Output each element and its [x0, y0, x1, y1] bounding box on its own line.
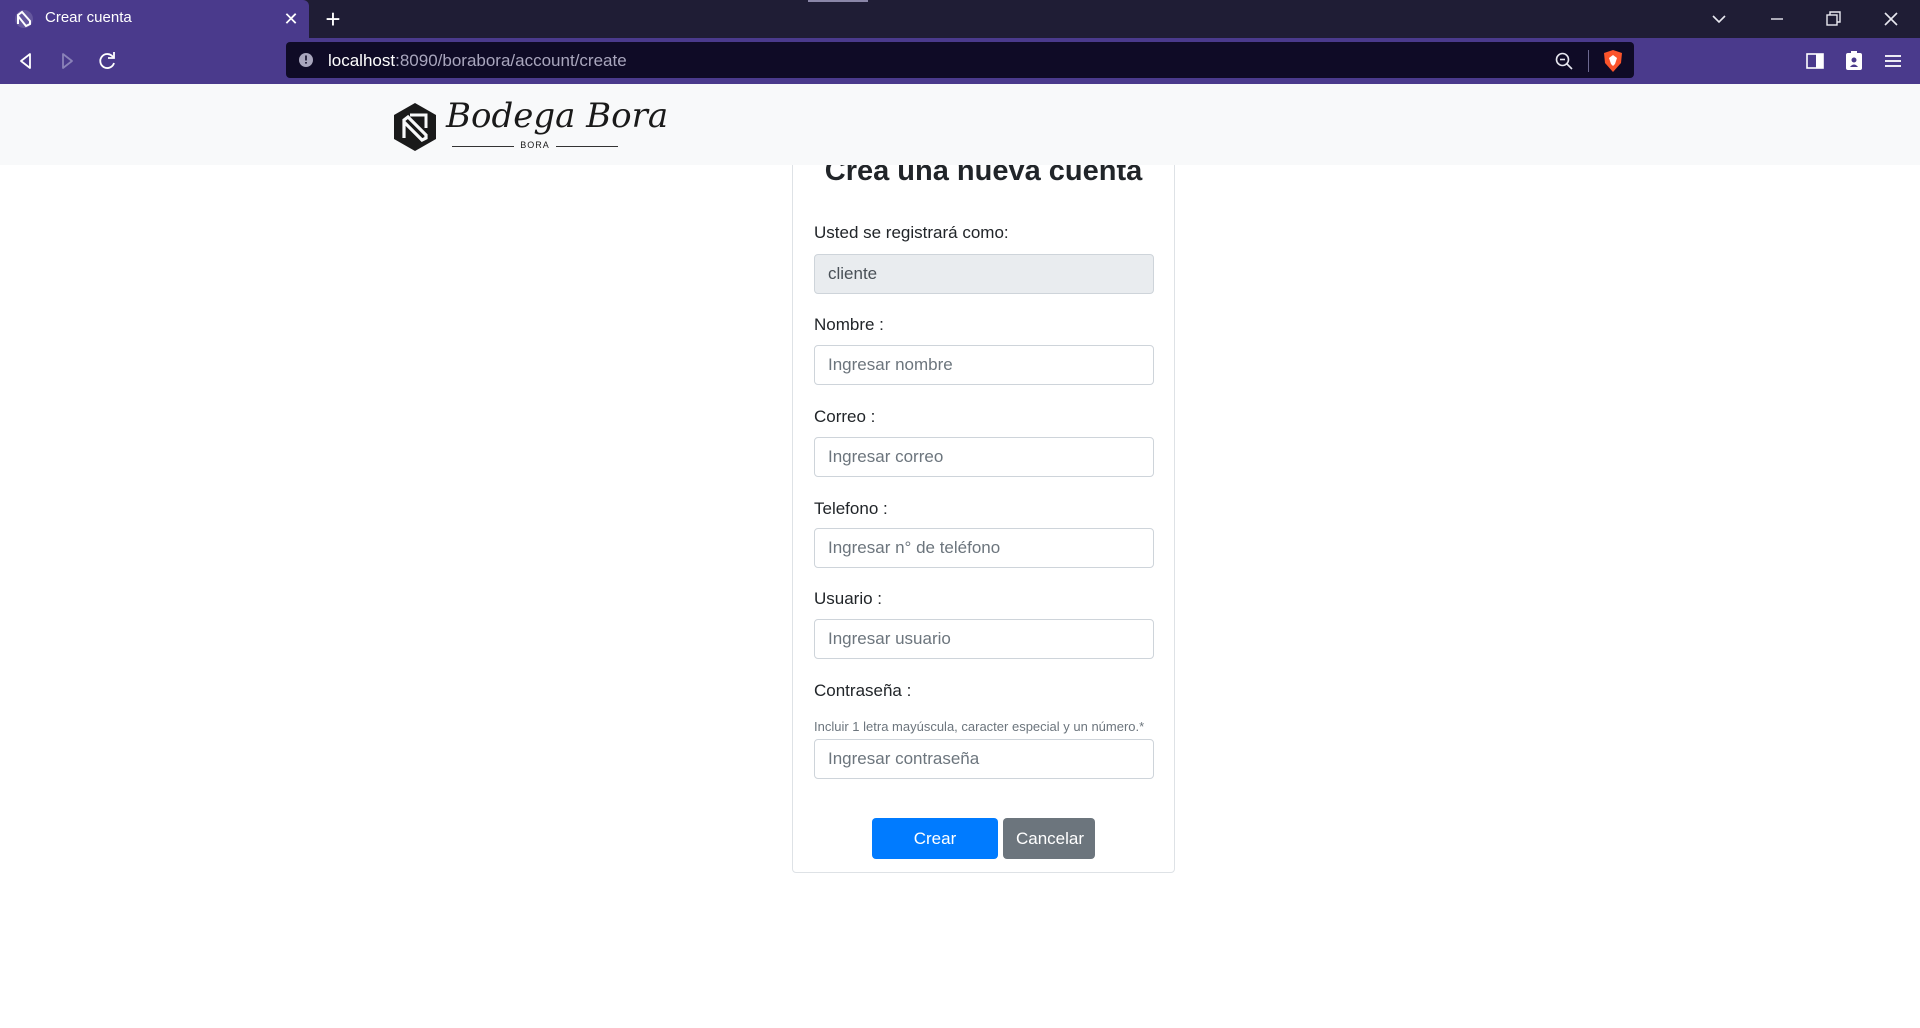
brand-subtitle: BORA	[452, 140, 618, 150]
menu-icon[interactable]	[1881, 49, 1905, 73]
forward-icon[interactable]	[53, 47, 81, 75]
brand-name: Bodega Bora	[446, 96, 669, 136]
password-hint: Incluir 1 letra mayúscula, caracter espe…	[814, 719, 1145, 734]
telefono-label: Telefono :	[814, 499, 888, 518]
browser-tab-strip: Crear cuenta ✕ +	[0, 0, 1920, 38]
tab-title: Crear cuenta	[45, 9, 132, 26]
minimize-icon[interactable]	[1762, 6, 1792, 32]
browser-tab-active[interactable]: Crear cuenta ✕	[0, 0, 309, 38]
telefono-input[interactable]	[814, 528, 1154, 568]
close-window-icon[interactable]	[1876, 6, 1906, 32]
nombre-input[interactable]	[814, 345, 1154, 385]
password-label: Contraseña :	[814, 681, 912, 700]
url-separator	[1588, 50, 1589, 72]
brave-shield-icon[interactable]	[1602, 49, 1624, 73]
usuario-input[interactable]	[814, 619, 1154, 659]
nombre-label: Nombre :	[814, 315, 884, 334]
wallet-icon[interactable]	[1842, 49, 1866, 73]
create-account-card: Crea una nueva cuenta Usted se registrar…	[792, 120, 1175, 889]
reload-icon[interactable]	[93, 47, 121, 75]
back-icon[interactable]	[12, 47, 40, 75]
correo-label: Correo :	[814, 407, 876, 426]
sidebar-icon[interactable]	[1803, 49, 1827, 73]
window-drag-indicator	[808, 0, 868, 2]
tab-close-icon[interactable]: ✕	[280, 8, 302, 30]
usuario-label: Usuario :	[814, 589, 883, 608]
restore-icon[interactable]	[1818, 6, 1848, 32]
create-account-button[interactable]: Crear Cuenta	[872, 818, 998, 889]
site-navbar: Bodega Bora BORA	[0, 84, 1920, 165]
cancel-button[interactable]: Cancelar	[1003, 818, 1095, 859]
correo-input[interactable]	[814, 437, 1154, 477]
zoom-out-icon[interactable]	[1554, 51, 1574, 71]
site-info-icon[interactable]	[298, 52, 314, 68]
password-input[interactable]	[814, 739, 1154, 779]
brand-logo[interactable]: Bodega Bora BORA	[392, 96, 668, 152]
tab-list-chevron-icon[interactable]	[1704, 6, 1734, 32]
url-path: :8090/borabora/account/create	[395, 51, 627, 70]
url-text: localhost:8090/borabora/account/create	[328, 51, 627, 71]
new-tab-icon[interactable]: +	[320, 6, 346, 32]
url-host: localhost	[328, 51, 396, 70]
role-field	[814, 254, 1154, 294]
bodega-bora-logo-icon	[394, 103, 436, 151]
browser-toolbar: localhost:8090/borabora/account/create	[0, 38, 1920, 84]
site-logo-icon	[15, 10, 33, 28]
role-label: Usted se registrará como:	[814, 223, 1009, 242]
address-bar[interactable]: localhost:8090/borabora/account/create	[286, 42, 1634, 78]
